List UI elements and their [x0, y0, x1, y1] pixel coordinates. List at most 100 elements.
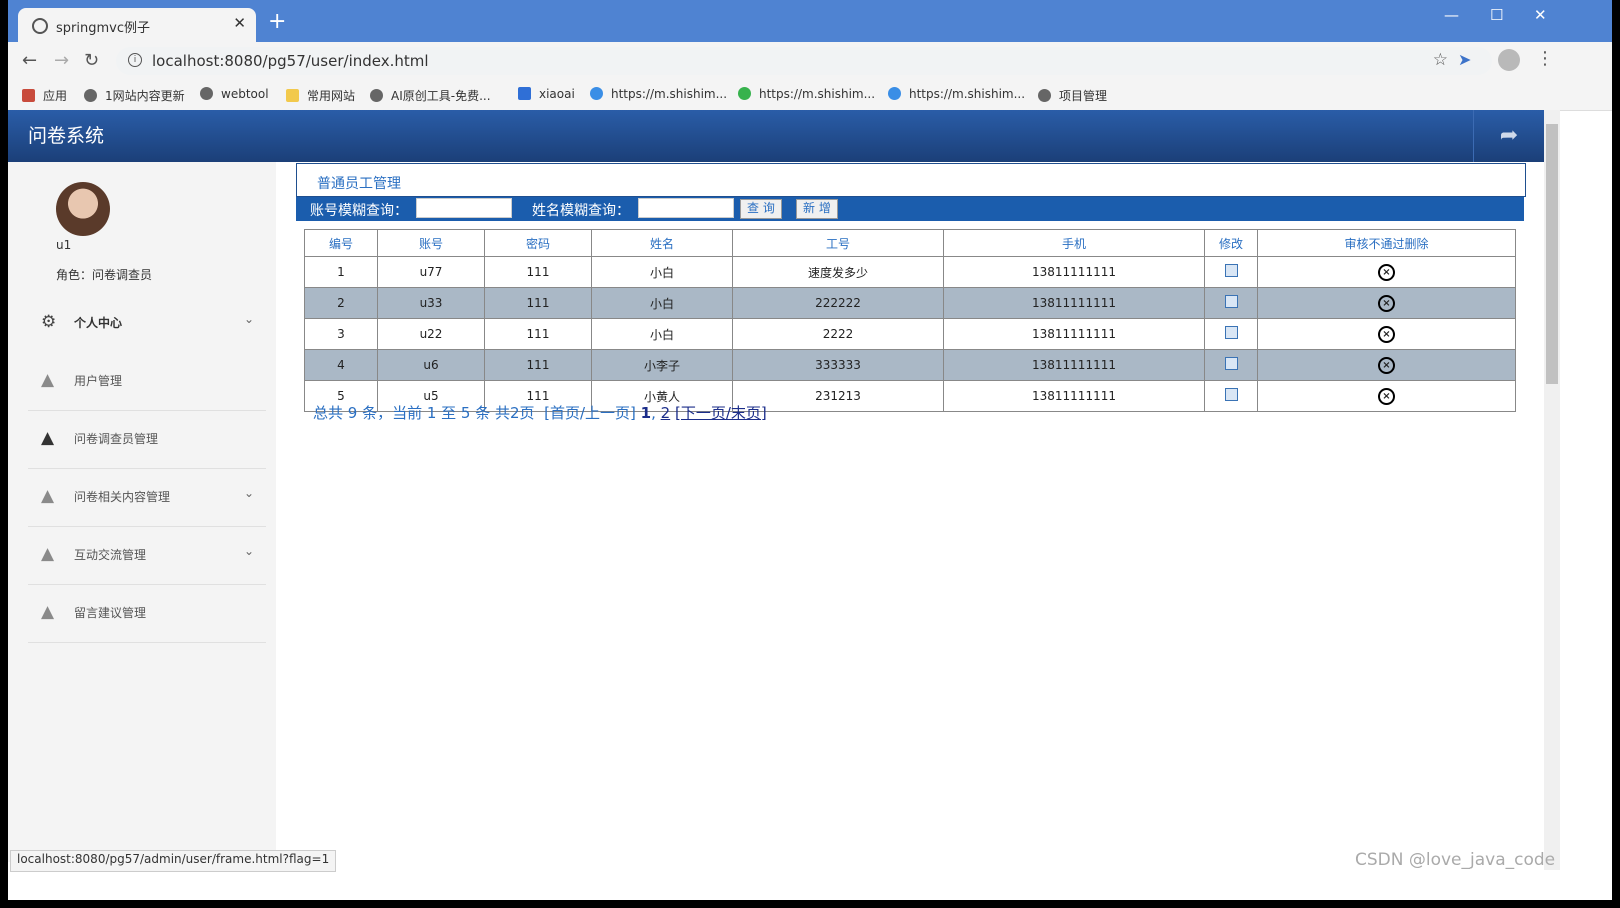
users-icon: ▲ — [41, 486, 55, 506]
column-header: 修改 — [1204, 229, 1258, 257]
user-role: 角色：问卷调查员 — [56, 268, 153, 282]
reload-icon[interactable]: ↻ — [84, 50, 99, 71]
gear-icon: ⚙ — [41, 312, 57, 332]
edit-icon[interactable] — [1224, 388, 1238, 401]
globe-icon — [1038, 89, 1051, 102]
maximize-icon[interactable]: ☐ — [1490, 6, 1503, 24]
edit-cell — [1204, 349, 1258, 381]
cell-name: 小白 — [591, 318, 733, 350]
delete-circle-x-icon[interactable]: × — [1378, 294, 1395, 312]
cell-phone: 13811111111 — [943, 287, 1205, 319]
cell-id: 3 — [304, 318, 378, 350]
cell-employee-no: 222222 — [732, 287, 944, 319]
next-last-link[interactable]: [下一页/末页] — [675, 404, 767, 422]
table-row: 3 u22 111 小白 2222 13811111111 × — [304, 318, 1516, 350]
bookmark-item[interactable]: 1网站内容更新 — [84, 87, 185, 104]
delete-circle-x-icon[interactable]: × — [1378, 263, 1395, 281]
bookmarks-bar: 应用 1网站内容更新 webtool 常用网站 AI原创工具-免费... xia… — [8, 80, 1612, 111]
back-icon[interactable]: ← — [22, 50, 37, 71]
title-bar: springmvc例子 ✕ + — ☐ ✕ — [8, 0, 1612, 42]
bookmark-item[interactable]: https://m.shishim... — [888, 87, 1025, 101]
sidebar-item-survey-content[interactable]: ▲ 问卷相关内容管理 ⌄ — [28, 468, 266, 527]
new-tab-icon[interactable]: + — [268, 9, 286, 34]
pagination-summary: 总共 9 条，当前 1 至 5 条 共2页 — [313, 404, 535, 422]
tab-title: springmvc例子 — [56, 21, 150, 36]
delete-circle-x-icon[interactable]: × — [1378, 325, 1395, 343]
panel-title: 普通员工管理 — [296, 163, 1526, 197]
bookmark-folder[interactable]: 常用网站 — [286, 87, 355, 104]
name-search-input[interactable] — [638, 198, 734, 218]
delete-cell: × — [1257, 256, 1516, 288]
sidebar-item-personal-center[interactable]: ⚙ 个人中心 ⌄ — [28, 294, 266, 352]
edit-icon[interactable] — [1224, 357, 1238, 370]
scrollbar-thumb[interactable] — [1546, 124, 1558, 384]
minimize-icon[interactable]: — — [1444, 6, 1459, 24]
bookmark-item[interactable]: 项目管理 — [1038, 87, 1107, 104]
globe-icon — [370, 89, 383, 102]
username: u1 — [56, 238, 72, 252]
column-header: 手机 — [943, 229, 1205, 257]
users-icon: ▲ — [41, 370, 55, 390]
sidebar-item-user-management[interactable]: ▲ 用户管理 — [28, 352, 266, 411]
bookmark-star-icon[interactable]: ☆ — [1433, 50, 1448, 70]
sidebar-item-label: 互动交流管理 — [74, 548, 147, 562]
sidebar-item-interaction[interactable]: ▲ 互动交流管理 ⌄ — [28, 526, 266, 585]
add-button[interactable]: 新 增 — [796, 199, 838, 219]
account-search-input[interactable] — [416, 198, 512, 218]
window-close-icon[interactable]: ✕ — [1534, 6, 1547, 24]
bookmark-item[interactable]: https://m.shishim... — [738, 87, 875, 101]
delete-cell: × — [1257, 318, 1516, 350]
name-search-label: 姓名模糊查询： — [532, 203, 630, 219]
cell-employee-no: 2222 — [732, 318, 944, 350]
app-title: 问卷系统 — [28, 125, 105, 147]
query-button[interactable]: 查 询 — [740, 199, 782, 219]
delete-circle-x-icon[interactable]: × — [1378, 356, 1395, 374]
sidebar-item-feedback[interactable]: ▲ 留言建议管理 — [28, 584, 266, 643]
sidebar: u1 角色：问卷调查员 ⚙ 个人中心 ⌄ ▲ 用户管理 ▲ 问卷调查员管理 ▲ … — [8, 162, 276, 862]
sidebar-item-label: 留言建议管理 — [74, 606, 147, 620]
edit-icon[interactable] — [1224, 264, 1238, 277]
c-logo-icon — [590, 87, 603, 100]
bookmark-item[interactable]: AI原创工具-免费... — [370, 87, 491, 104]
browser-menu-icon[interactable]: ⋮ — [1536, 48, 1554, 69]
profile-avatar-icon[interactable] — [1498, 49, 1520, 71]
table-row: 1 u77 111 小白 速度发多少 13811111111 × — [304, 256, 1516, 288]
edit-icon[interactable] — [1224, 326, 1238, 339]
bookmark-item[interactable]: xiaoai — [518, 87, 575, 101]
users-icon: ▲ — [41, 544, 55, 564]
info-icon[interactable]: i — [128, 53, 142, 67]
cell-phone: 13811111111 — [943, 318, 1205, 350]
delete-cell: × — [1257, 287, 1516, 319]
tab-close-icon[interactable]: ✕ — [233, 14, 246, 32]
cell-account: u22 — [377, 318, 485, 350]
forward-icon[interactable]: → — [54, 50, 69, 71]
edit-icon[interactable] — [1224, 295, 1238, 308]
extension-icon[interactable]: ➤ — [1458, 50, 1471, 69]
bookmark-apps[interactable]: 应用 — [22, 87, 67, 104]
search-bar: 账号模糊查询： 姓名模糊查询： 查 询 新 增 — [296, 197, 1524, 221]
cell-account: u77 — [377, 256, 485, 288]
chevron-down-icon: ⌄ — [243, 312, 254, 326]
navigation-bar: ← → ↻ i localhost:8080/pg57/user/index.h… — [8, 42, 1612, 80]
account-search-label: 账号模糊查询： — [310, 203, 408, 219]
browser-tab[interactable]: springmvc例子 ✕ — [18, 8, 256, 42]
page-title: 普通员工管理 — [317, 176, 401, 192]
address-bar[interactable]: i localhost:8080/pg57/user/index.html ☆ — [116, 47, 1492, 75]
first-prev-link[interactable]: [首页/上一页] — [544, 404, 636, 422]
page-2-link[interactable]: 2 — [661, 404, 671, 422]
cell-phone: 13811111111 — [943, 380, 1205, 412]
sidebar-item-surveyor-management[interactable]: ▲ 问卷调查员管理 — [28, 410, 266, 469]
bookmark-item[interactable]: webtool — [200, 87, 269, 101]
cell-password: 111 — [484, 349, 592, 381]
column-header: 审核不通过删除 — [1257, 229, 1516, 257]
cell-id: 2 — [304, 287, 378, 319]
table-row: 4 u6 111 小李子 333333 13811111111 × — [304, 349, 1516, 381]
vertical-scrollbar[interactable] — [1544, 110, 1560, 870]
chevron-down-icon: ⌄ — [243, 544, 254, 558]
url-text: localhost:8080/pg57/user/index.html — [152, 52, 429, 70]
delete-circle-x-icon[interactable]: × — [1378, 387, 1395, 405]
globe-icon — [84, 89, 97, 102]
logout-share-icon[interactable]: ➦ — [1473, 110, 1544, 162]
bookmark-item[interactable]: https://m.shishim... — [590, 87, 727, 101]
edit-cell — [1204, 287, 1258, 319]
